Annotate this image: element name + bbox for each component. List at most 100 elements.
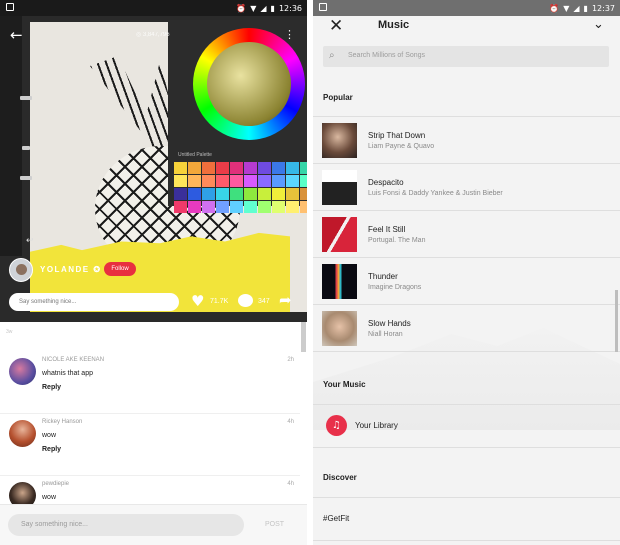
color-swatch bbox=[230, 162, 243, 174]
chevron-down-icon[interactable]: ⌄ bbox=[593, 17, 604, 32]
commenter-name[interactable]: NICOLE AKE KEENAN bbox=[42, 357, 104, 363]
your-music-heading: Your Music bbox=[323, 380, 366, 389]
your-library-item[interactable]: ♫ Your Library bbox=[313, 405, 620, 448]
comment-item: Rickey Hanson wow Reply 4h bbox=[0, 414, 300, 476]
song-title: Slow Hands bbox=[368, 319, 411, 328]
divider bbox=[313, 540, 620, 541]
color-swatch bbox=[188, 188, 201, 200]
host-name[interactable]: YOLANDE ✪ bbox=[40, 265, 102, 274]
signal-icon: ◢ bbox=[573, 3, 580, 13]
color-swatches bbox=[174, 162, 307, 213]
search-input[interactable]: ⌕ Search Millions of Songs bbox=[323, 46, 609, 67]
share-icon[interactable]: ➦ bbox=[279, 291, 292, 309]
page-title: Music bbox=[378, 19, 410, 31]
color-swatch bbox=[174, 201, 187, 213]
color-swatch bbox=[300, 201, 307, 213]
color-swatch bbox=[216, 162, 229, 174]
color-swatch bbox=[300, 188, 307, 200]
undo-icon: ↩ bbox=[26, 236, 34, 246]
scrollbar[interactable] bbox=[301, 322, 306, 352]
color-swatch bbox=[202, 175, 215, 187]
song-item[interactable]: Feel It Still Portugal. The Man bbox=[313, 211, 620, 258]
color-swatch bbox=[300, 175, 307, 187]
library-label: Your Library bbox=[355, 421, 398, 430]
divider bbox=[313, 497, 620, 498]
search-icon: ⌕ bbox=[329, 50, 335, 61]
comment-text: wow bbox=[42, 494, 57, 501]
like-count: 71.7K bbox=[210, 298, 229, 305]
color-swatch bbox=[272, 201, 285, 213]
color-swatch bbox=[230, 175, 243, 187]
battery-icon: ▮ bbox=[583, 3, 588, 13]
status-bar: ⏰ ▼ ◢ ▮ 12:37 bbox=[313, 0, 620, 16]
discover-heading: Discover bbox=[323, 473, 357, 482]
comment-item: NICOLE AKE KEENAN whatnis that app Reply… bbox=[0, 352, 300, 414]
color-swatch bbox=[188, 175, 201, 187]
back-arrow-icon[interactable]: ← bbox=[10, 26, 23, 44]
album-art bbox=[322, 123, 357, 158]
close-icon[interactable]: ✕ bbox=[329, 16, 343, 36]
color-swatch bbox=[244, 188, 257, 200]
commenter-name[interactable]: Rickey Hanson bbox=[42, 419, 82, 425]
commenter-avatar[interactable] bbox=[9, 420, 36, 447]
color-swatch bbox=[272, 175, 285, 187]
color-swatch bbox=[286, 201, 299, 213]
slider-handle bbox=[20, 96, 32, 100]
color-swatch bbox=[202, 201, 215, 213]
tool-sidebar bbox=[0, 16, 22, 256]
reply-button[interactable]: Reply bbox=[42, 446, 61, 453]
wifi-icon: ▼ bbox=[563, 3, 570, 13]
commenter-avatar[interactable] bbox=[9, 358, 36, 385]
color-swatch bbox=[202, 162, 215, 174]
reply-button[interactable]: Reply bbox=[42, 384, 61, 391]
comment-age: 4h bbox=[287, 481, 294, 487]
comment-bubble-icon[interactable] bbox=[238, 294, 253, 307]
song-artist: Portugal. The Man bbox=[368, 237, 426, 244]
music-header: ✕ Music ⌄ bbox=[313, 16, 620, 42]
notification-icon bbox=[319, 3, 327, 11]
song-item[interactable]: Despacito Luis Fonsi & Daddy Yankee & Ju… bbox=[313, 164, 620, 211]
status-time: 12:36 bbox=[278, 3, 302, 13]
song-artist: Imagine Dragons bbox=[368, 284, 422, 291]
song-title: Thunder bbox=[368, 272, 398, 281]
slider-handle bbox=[20, 176, 32, 180]
color-swatch bbox=[174, 188, 187, 200]
color-swatch bbox=[258, 188, 271, 200]
heart-icon[interactable]: ♥ bbox=[191, 292, 204, 310]
scrollbar[interactable] bbox=[615, 290, 618, 352]
comment-age: 4h bbox=[287, 419, 294, 425]
color-picker-center bbox=[207, 42, 291, 126]
comment-count: 347 bbox=[258, 298, 270, 305]
host-avatar[interactable] bbox=[9, 258, 33, 282]
follow-button[interactable]: Follow bbox=[104, 262, 136, 276]
music-picker-screen: ⏰ ▼ ◢ ▮ 12:37 ✕ Music ⌄ ⌕ Search Million… bbox=[313, 0, 620, 545]
commenter-name[interactable]: pewdiepie bbox=[42, 481, 69, 487]
comment-age: 2h bbox=[287, 357, 294, 363]
song-item[interactable]: Thunder Imagine Dragons bbox=[313, 258, 620, 305]
song-artist: Niall Horan bbox=[368, 331, 403, 338]
song-item[interactable]: Strip That Down Liam Payne & Quavo bbox=[313, 117, 620, 164]
comment-input[interactable]: Say something nice... bbox=[8, 514, 244, 536]
color-swatch bbox=[202, 188, 215, 200]
color-swatch bbox=[272, 162, 285, 174]
discover-item[interactable]: #GetFit bbox=[323, 514, 349, 523]
color-swatch bbox=[216, 201, 229, 213]
color-swatch bbox=[286, 188, 299, 200]
song-title: Strip That Down bbox=[368, 131, 426, 140]
song-artist: Liam Payne & Quavo bbox=[368, 143, 435, 150]
color-swatch bbox=[286, 162, 299, 174]
notification-icon bbox=[6, 3, 14, 11]
song-title: Feel It Still bbox=[368, 225, 406, 234]
search-placeholder: Search Millions of Songs bbox=[348, 52, 426, 59]
album-art bbox=[322, 170, 357, 205]
post-button[interactable]: POST bbox=[265, 521, 284, 528]
comment-input-overlay[interactable]: Say something nice... bbox=[9, 293, 179, 311]
slider-handle bbox=[22, 146, 30, 150]
live-video[interactable]: Untitled Palette bbox=[0, 16, 307, 322]
album-art bbox=[322, 264, 357, 299]
color-swatch bbox=[258, 162, 271, 174]
song-item[interactable]: Slow Hands Niall Horan bbox=[313, 305, 620, 352]
more-options-icon[interactable]: ⋮ bbox=[284, 28, 295, 41]
star-badge-icon: ✪ bbox=[93, 265, 102, 274]
battery-icon: ▮ bbox=[270, 3, 275, 13]
